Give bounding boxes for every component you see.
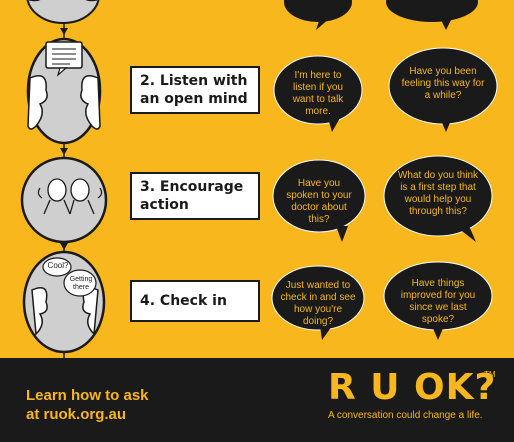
trademark-mark: TM	[484, 370, 496, 379]
arrow-down-icon	[60, 148, 68, 155]
step-label: 2. Listen with an open mind	[140, 73, 248, 107]
learn-line1: Learn how to ask	[26, 387, 149, 404]
head-circle-step2	[26, 37, 102, 145]
ruok-logo: R U OK?	[328, 367, 497, 408]
step-label-box: 3. Encourage action	[130, 172, 260, 220]
mini-bubble-getting-there-text: Getting there	[69, 276, 93, 291]
step-label: 3. Encourage action	[140, 179, 244, 213]
website-link[interactable]: ruok.org.au	[44, 406, 127, 423]
arrow-down-icon	[60, 243, 68, 250]
head-circle-step3	[20, 156, 108, 244]
speech-bubble-text: Have you spoken to your doctor about thi…	[286, 178, 352, 225]
step-label-box: 2. Listen with an open mind	[130, 66, 260, 114]
speech-bubble-text: I'm here to listen if you want to talk m…	[292, 70, 344, 117]
step-label: 4. Check in	[140, 293, 227, 309]
learn-text: Learn how to ask at ruok.org.au	[26, 386, 149, 424]
head-circle-step1	[26, 0, 100, 24]
learn-prefix: at	[26, 406, 44, 423]
speech-bubble-text: Have you been feeling this way for a whi…	[401, 66, 485, 101]
step-label-box: 4. Check in	[130, 280, 260, 322]
ruok-poster: Cool? Getting there 2. Listen with an op…	[0, 0, 514, 442]
arrow-down-icon	[60, 28, 68, 35]
mini-bubble-cool-text: Cool?	[47, 261, 69, 270]
learn-line2: at ruok.org.au	[26, 405, 149, 424]
speech-bubble-text: Have things improved for you since we la…	[400, 278, 476, 325]
speech-bubble-text: What do you think is a first step that w…	[397, 170, 479, 217]
tagline: A conversation could change a life.	[328, 410, 483, 421]
speech-bubble-text: Just wanted to check in and see how you'…	[280, 280, 356, 327]
